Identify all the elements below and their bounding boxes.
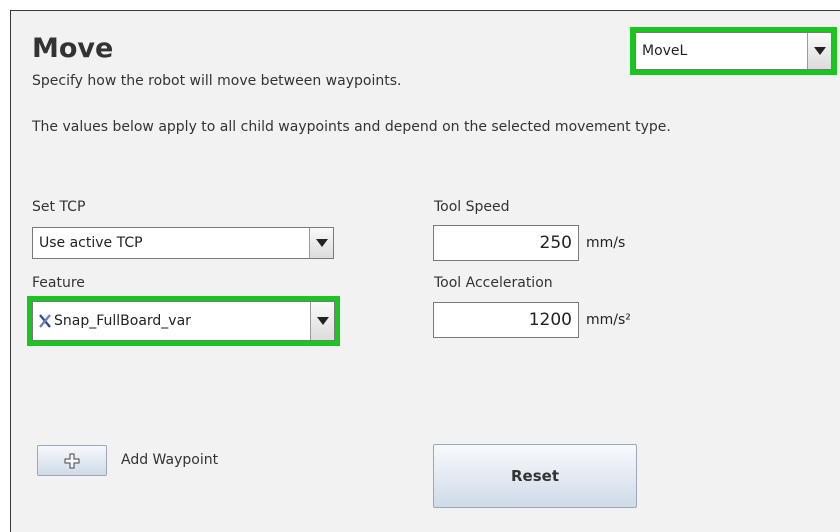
tool-speed-label: Tool Speed — [434, 199, 510, 215]
set-tcp-dropdown[interactable]: Use active TCP — [32, 227, 334, 259]
feature-dropdown[interactable]: Snap_FullBoard_var — [32, 301, 335, 341]
feature-value: Snap_FullBoard_var — [54, 313, 191, 329]
feature-label: Feature — [32, 275, 85, 291]
tool-acceleration-input[interactable]: 1200 — [433, 302, 579, 338]
set-tcp-value: Use active TCP — [39, 235, 143, 251]
tool-acceleration-unit: mm/s² — [586, 312, 631, 328]
move-type-dropdown[interactable]: MoveL — [635, 32, 832, 70]
move-type-arrow[interactable] — [807, 33, 831, 69]
move-type-value: MoveL — [642, 43, 688, 59]
chevron-down-icon — [315, 239, 328, 247]
page-subtitle: Specify how the robot will move between … — [32, 73, 402, 89]
chevron-down-icon — [813, 47, 826, 55]
page-description: The values below apply to all child wayp… — [32, 119, 671, 135]
add-waypoint-label: Add Waypoint — [121, 452, 219, 468]
page-title: Move — [32, 33, 114, 64]
add-waypoint-button[interactable] — [37, 445, 107, 476]
variable-x-icon — [39, 314, 51, 328]
tool-speed-unit: mm/s — [586, 235, 626, 251]
tool-acceleration-label: Tool Acceleration — [434, 275, 553, 291]
reset-button[interactable]: Reset — [433, 444, 637, 508]
tool-speed-input[interactable]: 250 — [433, 225, 579, 261]
feature-arrow[interactable] — [310, 302, 334, 340]
set-tcp-label: Set TCP — [32, 199, 86, 215]
set-tcp-arrow[interactable] — [309, 228, 333, 258]
chevron-down-icon — [316, 317, 329, 325]
plus-icon — [64, 453, 80, 468]
